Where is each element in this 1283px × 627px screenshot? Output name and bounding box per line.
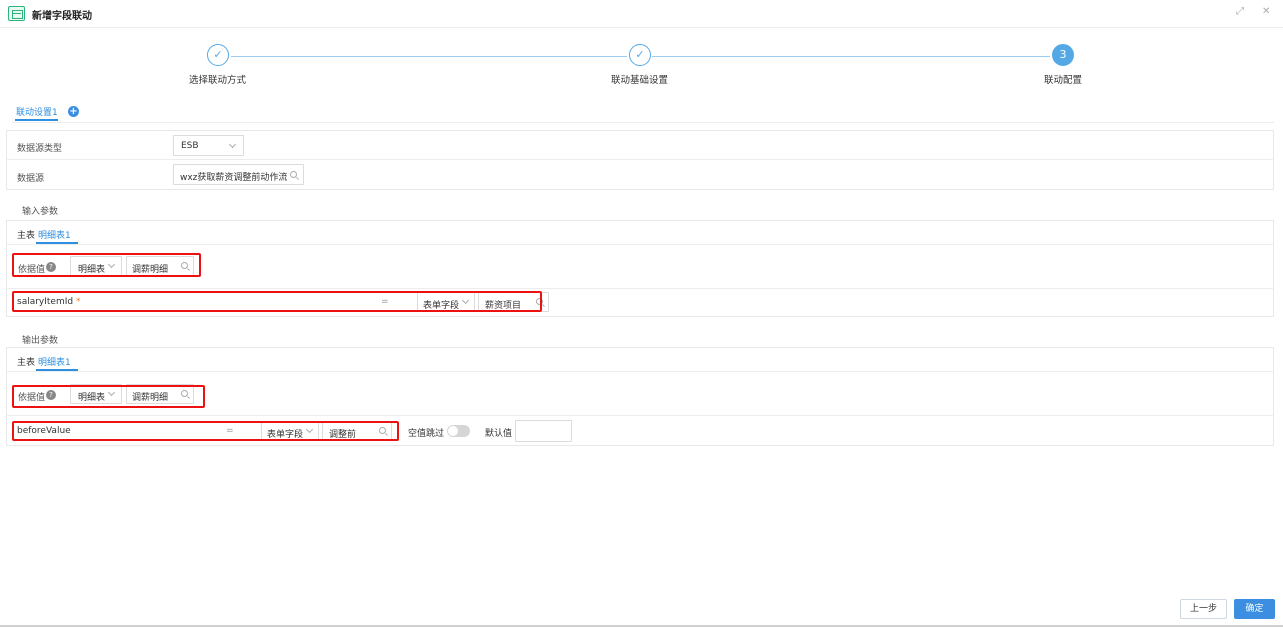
default-value-label: 默认值 xyxy=(485,429,513,439)
step-connector xyxy=(231,56,627,57)
skip-empty-toggle[interactable] xyxy=(447,425,470,437)
source-value: wxz获取薪资调整前动作流 xyxy=(180,173,288,183)
divider xyxy=(12,122,1274,123)
close-icon[interactable]: ✕ xyxy=(1262,6,1270,17)
confirm-button[interactable]: 确定 xyxy=(1234,599,1275,619)
add-linkage-icon[interactable]: + xyxy=(68,106,79,117)
default-value-input[interactable] xyxy=(515,420,572,442)
output-section-title: 输出参数 xyxy=(22,336,59,346)
source-type-value: ESB xyxy=(181,141,199,151)
tab-underline xyxy=(15,119,58,121)
divider xyxy=(6,244,1274,245)
search-icon xyxy=(290,171,297,178)
dialog-header: 新增字段联动 ⤢ ✕ xyxy=(0,0,1283,28)
input-section-title: 输入参数 xyxy=(22,207,59,217)
divider xyxy=(6,415,1274,416)
table-icon xyxy=(8,6,25,21)
output-tab-main[interactable]: 主表 xyxy=(17,355,35,368)
skip-empty-label: 空值跳过 xyxy=(408,429,445,439)
divider xyxy=(6,288,1274,289)
tab-linkage-setting-1[interactable]: 联动设置1 xyxy=(16,105,58,118)
highlight-box xyxy=(12,253,201,277)
step-3-label: 联动配置 xyxy=(1044,75,1083,86)
step-2-check-icon: ✓ xyxy=(629,44,651,66)
source-label: 数据源 xyxy=(17,174,45,184)
divider xyxy=(6,159,1274,160)
source-browser[interactable]: wxz获取薪资调整前动作流 xyxy=(173,164,304,185)
highlight-box xyxy=(12,421,399,441)
output-tab-detail-1[interactable]: 明细表1 xyxy=(38,355,71,368)
previous-step-button[interactable]: 上一步 xyxy=(1180,599,1227,619)
step-connector xyxy=(652,56,1050,57)
step-1-label: 选择联动方式 xyxy=(189,75,247,86)
step-1-check-icon: ✓ xyxy=(207,44,229,66)
chevron-down-icon xyxy=(228,140,237,149)
highlight-box xyxy=(12,385,205,408)
input-tab-detail-1[interactable]: 明细表1 xyxy=(38,228,71,241)
dialog-title: 新增字段联动 xyxy=(32,11,92,22)
step-3-number: 3 xyxy=(1052,44,1074,66)
highlight-box xyxy=(12,291,542,312)
maximize-icon[interactable]: ⤢ xyxy=(1236,6,1244,17)
input-tab-main[interactable]: 主表 xyxy=(17,228,35,241)
step-2-label: 联动基础设置 xyxy=(611,75,669,86)
divider xyxy=(6,371,1274,372)
source-type-select[interactable]: ESB xyxy=(173,135,244,156)
source-type-label: 数据源类型 xyxy=(17,144,63,154)
